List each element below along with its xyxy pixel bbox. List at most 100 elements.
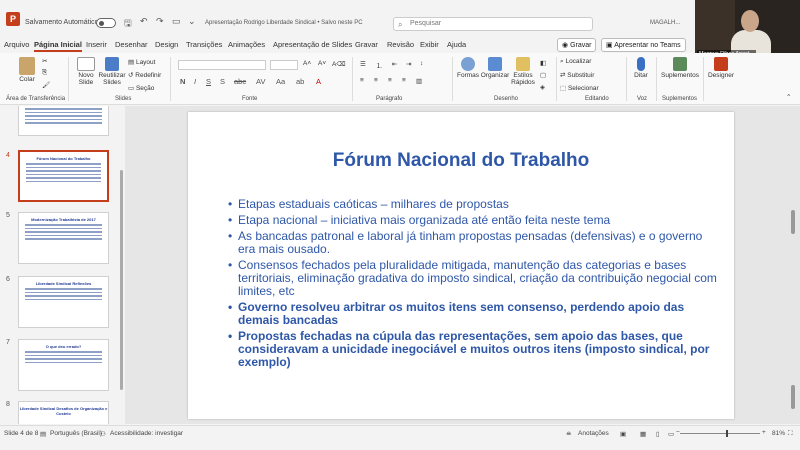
thumbnail-slide-7[interactable]: O que deu errado? — [18, 339, 109, 391]
numbering-icon[interactable]: ⒈ — [376, 60, 383, 70]
arrange-button[interactable]: Organizar — [480, 57, 510, 79]
search-box[interactable]: ⌕ Pesquisar — [393, 17, 593, 31]
tab-gravar[interactable]: Gravar — [355, 40, 378, 49]
change-case-icon[interactable]: Aa — [276, 77, 285, 86]
layout-button[interactable]: ▤ Layout — [128, 58, 155, 66]
tab-pagina-inicial[interactable]: Página Inicial — [34, 40, 82, 52]
thumbnail-slide-3-partial[interactable] — [18, 106, 109, 136]
font-name-box[interactable] — [178, 60, 266, 70]
editor-scrollbar[interactable] — [791, 210, 795, 234]
spellcheck-icon[interactable]: ▤ — [40, 430, 46, 438]
decrease-indent-icon[interactable]: ⇤ — [392, 60, 397, 68]
justify-icon[interactable]: ≡ — [402, 77, 406, 84]
normal-view-icon[interactable]: ▣ — [620, 430, 626, 438]
thumbnails-scrollbar[interactable] — [120, 170, 123, 390]
increase-indent-icon[interactable]: ⇥ — [406, 60, 411, 68]
slide-bullet-list[interactable]: Etapas estaduais caóticas – milhares de … — [228, 198, 718, 372]
italic-icon[interactable]: I — [194, 77, 196, 86]
tab-inserir[interactable]: Inserir — [86, 40, 107, 49]
zoom-slider[interactable] — [680, 433, 760, 434]
grow-font-icon[interactable]: A˄ — [303, 60, 311, 67]
undo-icon[interactable]: ↶ — [140, 16, 148, 27]
accessibility-icon[interactable]: ⚇ — [100, 430, 106, 438]
paste-button[interactable]: Colar — [16, 57, 38, 83]
font-color-icon[interactable]: A — [316, 77, 321, 86]
char-spacing-icon[interactable]: AV — [256, 77, 265, 86]
format-painter-icon[interactable]: 🖌 — [42, 81, 50, 89]
shape-outline-icon[interactable]: ▢ — [540, 71, 546, 79]
fit-to-window-icon[interactable]: ⛶ — [788, 430, 793, 438]
reset-button[interactable]: ↺ Redefinir — [128, 71, 161, 79]
dictate-button[interactable]: Ditar — [630, 57, 652, 79]
thumbnail-slide-8[interactable]: Liberdade Sindical Desafios de Organizaç… — [18, 401, 109, 424]
tab-ajuda[interactable]: Ajuda — [447, 40, 466, 49]
shape-effects-icon[interactable]: ◈ — [540, 83, 545, 91]
copy-icon[interactable]: ⎘ — [42, 69, 47, 77]
reuse-slides-button[interactable]: Reutilizar Slides — [98, 57, 126, 86]
align-left-icon[interactable]: ≡ — [360, 77, 364, 84]
current-slide[interactable]: Fórum Nacional do Trabalho Etapas estadu… — [188, 112, 734, 419]
strikethrough-icon[interactable]: abc — [234, 77, 246, 86]
reading-view-icon[interactable]: ▯ — [656, 430, 660, 438]
shadow-icon[interactable]: S — [220, 77, 225, 86]
thumbnail-slide-5[interactable]: Modernização Trabalhista de 2017 — [18, 212, 109, 264]
designer-icon — [714, 57, 728, 71]
bold-icon[interactable]: N — [180, 77, 185, 86]
editor-scrollbar-bottom[interactable] — [791, 385, 795, 409]
group-addins-label: Suplementos — [662, 96, 698, 102]
tab-arquivo[interactable]: Arquivo — [4, 40, 29, 49]
underline-icon[interactable]: S — [206, 77, 211, 86]
zoom-level[interactable]: 81% — [772, 430, 785, 437]
thumbnail-slide-6[interactable]: Liberdade Sindical Reflexões — [18, 276, 109, 328]
replace-button[interactable]: ⇄ Substituir — [560, 71, 594, 79]
select-button[interactable]: ⬚ Selecionar — [560, 84, 599, 92]
tab-exibir[interactable]: Exibir — [420, 40, 439, 49]
tab-design[interactable]: Design — [155, 40, 178, 49]
tab-apresentacao[interactable]: Apresentação de Slides — [273, 40, 352, 49]
tab-animacoes[interactable]: Animações — [228, 40, 265, 49]
tab-transicoes[interactable]: Transições — [186, 40, 222, 49]
accessibility-status[interactable]: Acessibilidade: investigar — [110, 430, 183, 437]
addins-button[interactable]: Suplementos — [660, 57, 700, 79]
designer-button[interactable]: Designer — [706, 57, 736, 79]
zoom-in-icon[interactable]: + — [762, 429, 766, 436]
quick-styles-button[interactable]: Estilos Rápidos — [510, 57, 536, 86]
record-button[interactable]: ◉ Gravar — [557, 38, 597, 52]
present-from-start-icon[interactable]: ▭ — [172, 16, 181, 27]
slide-sorter-icon[interactable]: ▦ — [640, 430, 646, 438]
notes-icon[interactable]: ≘ — [566, 430, 571, 438]
present-teams-button[interactable]: ▣ Apresentar no Teams — [601, 38, 686, 52]
save-icon[interactable]: 🖫 — [124, 16, 132, 32]
bullets-icon[interactable]: ☰ — [360, 60, 366, 68]
find-button[interactable]: ⌕ Localizar — [560, 58, 591, 66]
customize-toolbar-icon[interactable]: ⌄ — [188, 16, 196, 27]
section-button[interactable]: ▭ Seção — [128, 84, 154, 92]
shrink-font-icon[interactable]: A˅ — [318, 60, 326, 67]
new-slide-button[interactable]: Novo Slide — [74, 57, 98, 86]
highlight-icon[interactable]: ab — [296, 77, 304, 86]
columns-icon[interactable]: ▥ — [416, 77, 422, 85]
align-right-icon[interactable]: ≡ — [388, 77, 392, 84]
cut-icon[interactable]: ✂ — [42, 57, 47, 65]
shape-fill-icon[interactable]: ◧ — [540, 59, 546, 67]
thumbnail-title: Liberdade Sindical Reflexões — [35, 281, 92, 286]
tab-revisao[interactable]: Revisão — [387, 40, 414, 49]
thumbnail-slide-4[interactable]: Fórum Nacional do Trabalho — [18, 150, 109, 202]
collapse-ribbon-icon[interactable]: ⌃ — [786, 93, 791, 101]
redo-icon[interactable]: ↷ — [156, 16, 164, 27]
new-slide-icon — [77, 57, 95, 71]
tab-desenhar[interactable]: Desenhar — [115, 40, 148, 49]
user-name[interactable]: MAGALH... — [650, 20, 680, 26]
autosave-toggle[interactable] — [96, 18, 116, 28]
slide-title[interactable]: Fórum Nacional do Trabalho — [188, 150, 734, 172]
line-spacing-icon[interactable]: ↕ — [420, 60, 423, 67]
clear-format-icon[interactable]: A⌫ — [332, 60, 346, 68]
language[interactable]: Português (Brasil) — [50, 430, 102, 437]
font-size-box[interactable] — [270, 60, 298, 70]
zoom-slider-knob[interactable] — [726, 430, 728, 437]
align-center-icon[interactable]: ≡ — [374, 77, 378, 84]
shapes-button[interactable]: Formas — [456, 57, 480, 79]
quick-styles-icon — [516, 57, 530, 71]
notes-button[interactable]: Anotações — [578, 430, 609, 437]
slideshow-icon[interactable]: ▭ — [668, 430, 674, 438]
